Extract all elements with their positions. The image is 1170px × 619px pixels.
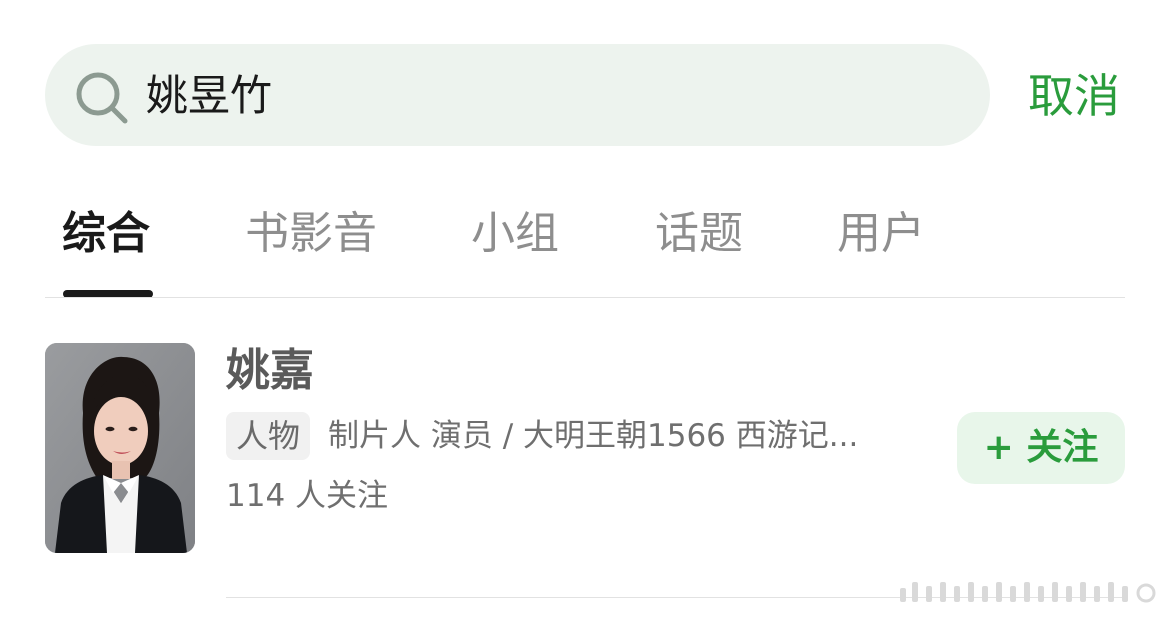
category-tag: 人物: [226, 412, 311, 460]
tab-topics[interactable]: 话题: [655, 204, 743, 264]
search-query-text[interactable]: 姚昱竹: [146, 66, 272, 126]
person-photo[interactable]: [45, 343, 195, 553]
follower-count: 114 人关注: [226, 478, 389, 514]
portrait-image: [45, 343, 195, 553]
result-description: 制片人 演员 / 大明王朝1566 西游记...: [328, 418, 859, 454]
follow-button[interactable]: + 关注: [957, 412, 1125, 484]
tab-books-movies-music[interactable]: 书影音: [245, 204, 377, 264]
result-name[interactable]: 姚嘉: [226, 342, 314, 400]
search-results-page: 姚昱竹 取消 综合 书影音 小组 话题 用户 姚嘉 人物 制片人 演员 / 大明…: [0, 0, 1170, 619]
search-icon: [76, 72, 128, 124]
tab-users[interactable]: 用户: [837, 204, 925, 264]
tab-groups[interactable]: 小组: [471, 204, 559, 264]
tabs-divider: [45, 297, 1125, 298]
cancel-button[interactable]: 取消: [1028, 64, 1120, 128]
watermark-logo: [900, 582, 1156, 603]
tab-comprehensive[interactable]: 综合: [62, 204, 150, 264]
